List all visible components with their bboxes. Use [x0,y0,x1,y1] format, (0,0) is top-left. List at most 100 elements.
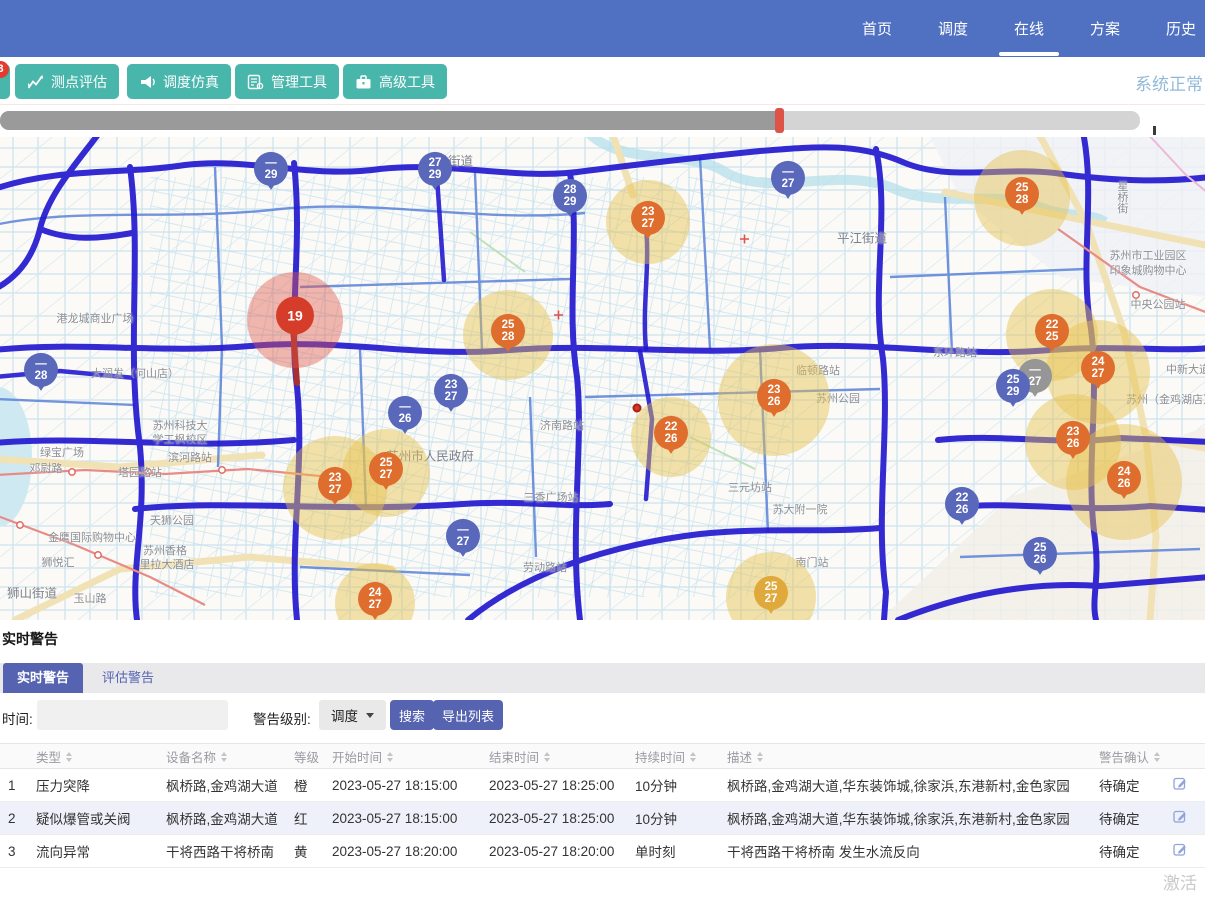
column-header[interactable]: 警告确认 [1091,744,1165,769]
slider-track[interactable] [0,111,1140,130]
toolbar-button-advanced[interactable]: 高级工具 [343,64,447,99]
column-header[interactable]: 描述 [719,744,1091,769]
map-marker-pin[interactable]: 2529 [996,369,1030,403]
map-marker-pin[interactable]: 2528 [491,314,525,348]
simulation-icon [139,74,156,90]
map[interactable]: 虎丘街道港龙城商业广场大润发（何山店）苏州科技大学工枫校区绿宝广场邓尉路塔园路站… [0,137,1205,620]
map-label: 中央公园站 [1131,296,1186,312]
export-list-button[interactable]: 导出列表 [433,700,503,730]
map-label: 大润发（何山店） [91,365,179,381]
slider-handle[interactable] [775,108,784,133]
cell-confirm: 待确定 [1091,835,1165,868]
map-marker-pin[interactable]: 2829 [553,179,587,213]
edit-icon[interactable] [1165,802,1205,835]
map-label: 学工枫校区 [153,431,208,447]
column-header[interactable]: 结束时间 [481,744,627,769]
map-marker-pin[interactable]: —27 [771,161,805,195]
map-label: 中新大道 [1166,361,1205,377]
map-marker-pin[interactable]: 2327 [318,467,352,501]
map-marker-pin[interactable]: 19 [276,296,314,334]
manage-tools-icon [247,74,264,90]
cell-type: 疑似爆管或关阀 [28,802,158,835]
chart-icon [27,74,44,90]
map-label: 滨河路站 [168,449,212,465]
column-header [1165,744,1205,769]
map-label: 天狮公园 [150,512,194,528]
map-label: 塔园路站 [118,464,162,480]
map-marker-pin[interactable]: 2427 [1081,351,1115,385]
nav-item-home[interactable]: 首页 [839,18,915,39]
map-marker-pin[interactable]: 2527 [754,576,788,610]
chevron-down-icon [366,713,374,718]
toolbar-button-simulation[interactable]: 调度仿真 [127,64,231,99]
column-header[interactable]: 持续时间 [627,744,719,769]
map-marker-pin[interactable]: 2528 [1005,177,1039,211]
map-label: 绿宝广场 [40,444,84,460]
search-button[interactable]: 搜索 [390,700,434,730]
map-marker-pin[interactable]: 2426 [1107,461,1141,495]
edit-icon[interactable] [1165,835,1205,868]
toolbar-button-label: 测点评估 [51,72,107,92]
alert-row: 3流向异常干将西路干将桥南黄2023-05-27 18:20:002023-05… [0,835,1205,868]
map-label: 苏大附一院 [773,501,828,517]
time-label: 时间: [2,708,33,728]
edit-icon[interactable] [1165,769,1205,802]
level-label: 警告级别: [253,708,311,728]
column-header[interactable]: 设备名称 [158,744,286,769]
column-header[interactable]: 开始时间 [324,744,481,769]
toolbar-button-point-eval[interactable]: 测点评估 [15,64,119,99]
map-marker-pin[interactable]: —29 [254,152,288,186]
map-marker-pin[interactable]: 2226 [654,416,688,450]
cell-idx: 2 [0,802,28,835]
map-marker-pin[interactable]: 2226 [945,487,979,521]
tab-evaluation-alerts[interactable]: 评估警告 [88,663,168,693]
map-label: 劳动路站 [523,559,567,575]
cell-desc: 枫桥路,金鸡湖大道,华东装饰城,徐家浜,东港新村,金色家园 [719,769,1091,802]
map-marker-pin[interactable]: 2527 [369,452,403,486]
sort-icon [690,752,697,762]
map-label: 苏州市工业园区 [1110,247,1187,263]
map-label: 狮山街道 [7,583,57,602]
nav-item-history[interactable]: 历史 [1143,18,1205,39]
cell-level: 红 [286,802,324,835]
nav-item-plan[interactable]: 方案 [1067,18,1143,39]
alerts-table: 类型设备名称等级开始时间结束时间持续时间描述警告确认 1压力突降枫桥路,金鸡湖大… [0,743,1205,868]
map-marker-pin[interactable]: 2326 [1056,421,1090,455]
map-marker-pin[interactable]: —26 [388,396,422,430]
alerts-tbody: 1压力突降枫桥路,金鸡湖大道橙2023-05-27 18:15:002023-0… [0,769,1205,868]
map-marker-pin[interactable]: 2326 [757,379,791,413]
map-marker-pin[interactable]: —27 [446,519,480,553]
timeline-slider[interactable] [0,105,1205,137]
nav-item-online[interactable]: 在线 [991,18,1067,39]
level-select-value: 调度 [331,705,358,725]
slider-tick [1153,126,1156,135]
map-marker-pin[interactable]: 2225 [1035,314,1069,348]
map-label: 三元坊站 [728,479,772,495]
tab-realtime-alerts[interactable]: 实时警告 [3,663,83,693]
cell-duration: 10分钟 [627,769,719,802]
map-marker-pin[interactable]: 2526 [1023,537,1057,571]
cell-device: 干将西路干将桥南 [158,835,286,868]
level-select[interactable]: 调度 [319,700,386,730]
map-marker-pin[interactable]: 2729 [418,152,452,186]
cell-desc: 枫桥路,金鸡湖大道,华东装饰城,徐家浜,东港新村,金色家园 [719,802,1091,835]
map-marker-pin[interactable]: 2327 [434,374,468,408]
map-marker-pin[interactable]: —28 [24,353,58,387]
app-window: 首页 调度 在线 方案 历史 3 测点评估 调度仿真 管理工具 [0,0,1205,904]
time-input[interactable] [37,700,228,730]
briefcase-icon [355,74,372,90]
nav-item-dispatch[interactable]: 调度 [915,18,991,39]
map-marker-pin[interactable]: 2327 [631,201,665,235]
toolbar-button-manage[interactable]: 管理工具 [235,64,339,99]
column-header[interactable]: 等级 [286,744,324,769]
map-label: 东环路站 [933,344,977,360]
map-label: 济南路站 [540,417,584,433]
column-header[interactable]: 类型 [28,744,158,769]
system-status: 系统正常 [1135,70,1203,95]
map-label: 邓尉路 [30,460,63,476]
map-marker-pin[interactable]: 2427 [358,582,392,616]
cell-end: 2023-05-27 18:25:00 [481,769,627,802]
toolbar-button-label: 管理工具 [271,72,327,92]
cell-confirm: 待确定 [1091,802,1165,835]
map-red-dot[interactable] [633,404,642,413]
